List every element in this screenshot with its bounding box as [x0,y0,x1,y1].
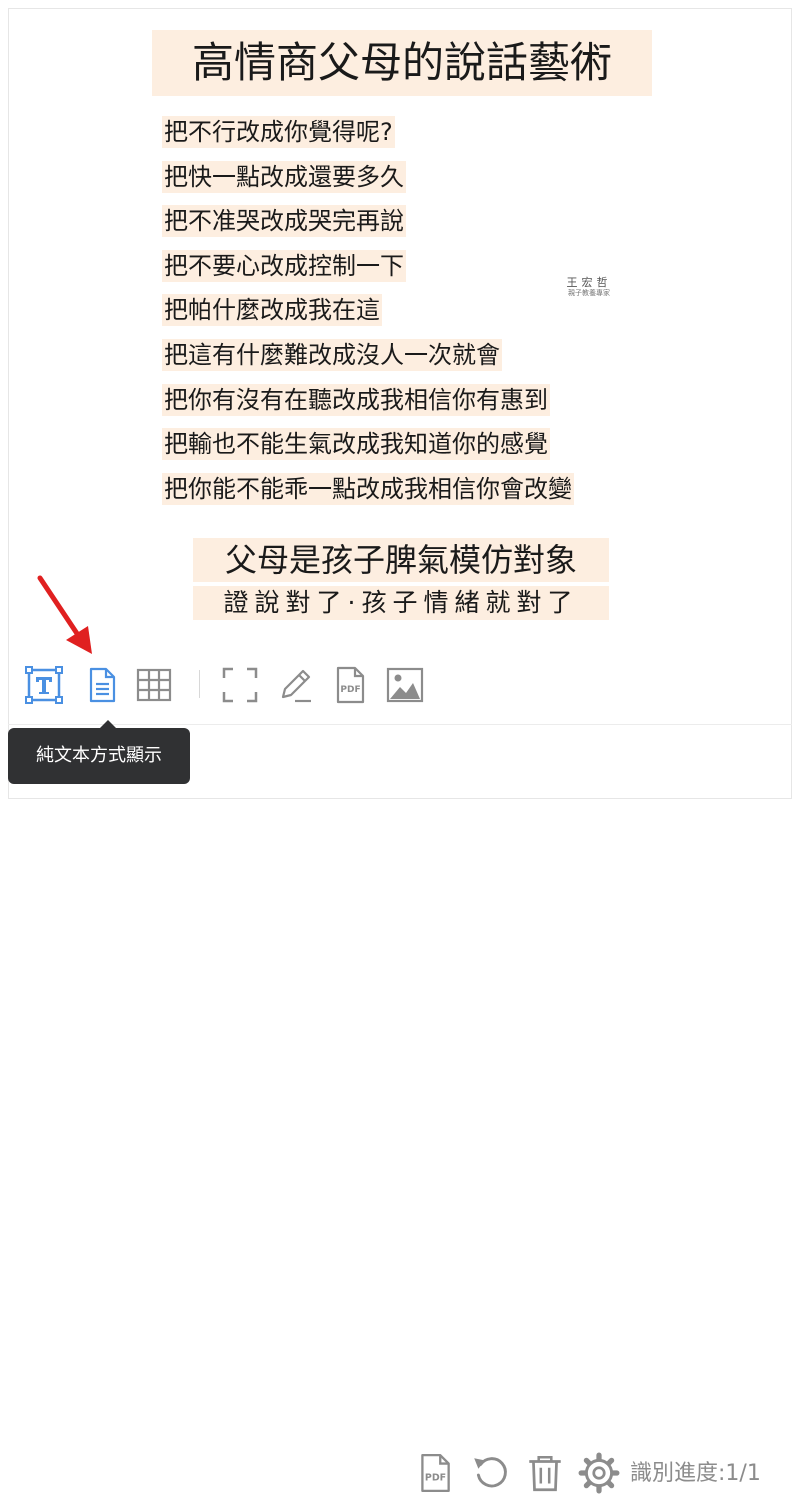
table-icon [136,668,172,702]
document-line: 把你有沒有在聽改成我相信你有惠到 [162,384,550,416]
text-recognize-button[interactable] [24,665,64,705]
plain-text-tooltip: 純文本方式顯示 [8,720,190,784]
author-title: 親子教養專家 [568,289,610,297]
recognition-progress: 識別進度:1/1 [630,1461,761,1486]
document-line: 把輸也不能生氣改成我知道你的感覺 [162,428,550,460]
document-line: 把帕什麼改成我在這 [162,294,382,326]
image-icon [386,667,424,703]
document-title: 高情商父母的說話藝術 [152,30,652,96]
document-line: 把這有什麼難改成沒人一次就會 [162,339,502,371]
document-line: 把不行改成你覺得呢? [162,116,395,148]
document-line: 把不要心改成控制一下 [162,250,406,282]
toolbar-separator [199,670,200,698]
text-recognize-icon [25,666,63,704]
plain-text-button[interactable] [82,665,122,705]
document-tagline: 證說對了·孩子情緒就對了 [193,586,609,620]
edit-button[interactable] [275,665,315,705]
delete-button[interactable] [524,1452,566,1494]
fullscreen-button[interactable] [220,665,260,705]
settings-icon [578,1452,620,1494]
fullscreen-icon [222,667,258,703]
svg-text:PDF: PDF [340,685,360,695]
image-view-button[interactable] [385,665,425,705]
document-line: 把不准哭改成哭完再說 [162,205,406,237]
author-name: 王宏哲 [566,276,612,289]
svg-text:PDF: PDF [425,1472,446,1483]
document-image: 高情商父母的說話藝術 把不行改成你覺得呢? 把快一點改成還要多久 把不准哭改成哭… [0,0,800,650]
edit-icon [281,669,311,703]
pdf-view-button[interactable]: PDF [330,665,370,705]
pdf-export-icon: PDF [421,1453,450,1493]
plain-text-icon [89,667,116,703]
document-line: 把快一點改成還要多久 [162,161,406,193]
refresh-button[interactable] [470,1452,512,1494]
settings-button[interactable] [578,1452,620,1494]
export-pdf-button[interactable]: PDF [414,1452,456,1494]
table-view-button[interactable] [134,665,174,705]
pdf-icon: PDF [336,666,365,704]
author-stamp: 王宏哲 親子教養專家 [558,276,620,298]
view-toolbar: PDF [0,655,800,715]
document-subtitle: 父母是孩子脾氣模仿對象 [193,538,609,582]
trash-icon [529,1455,561,1492]
refresh-icon [474,1457,507,1488]
document-line: 把你能不能乖一點改成我相信你會改變 [162,473,574,505]
red-arrow-annotation [37,575,92,654]
